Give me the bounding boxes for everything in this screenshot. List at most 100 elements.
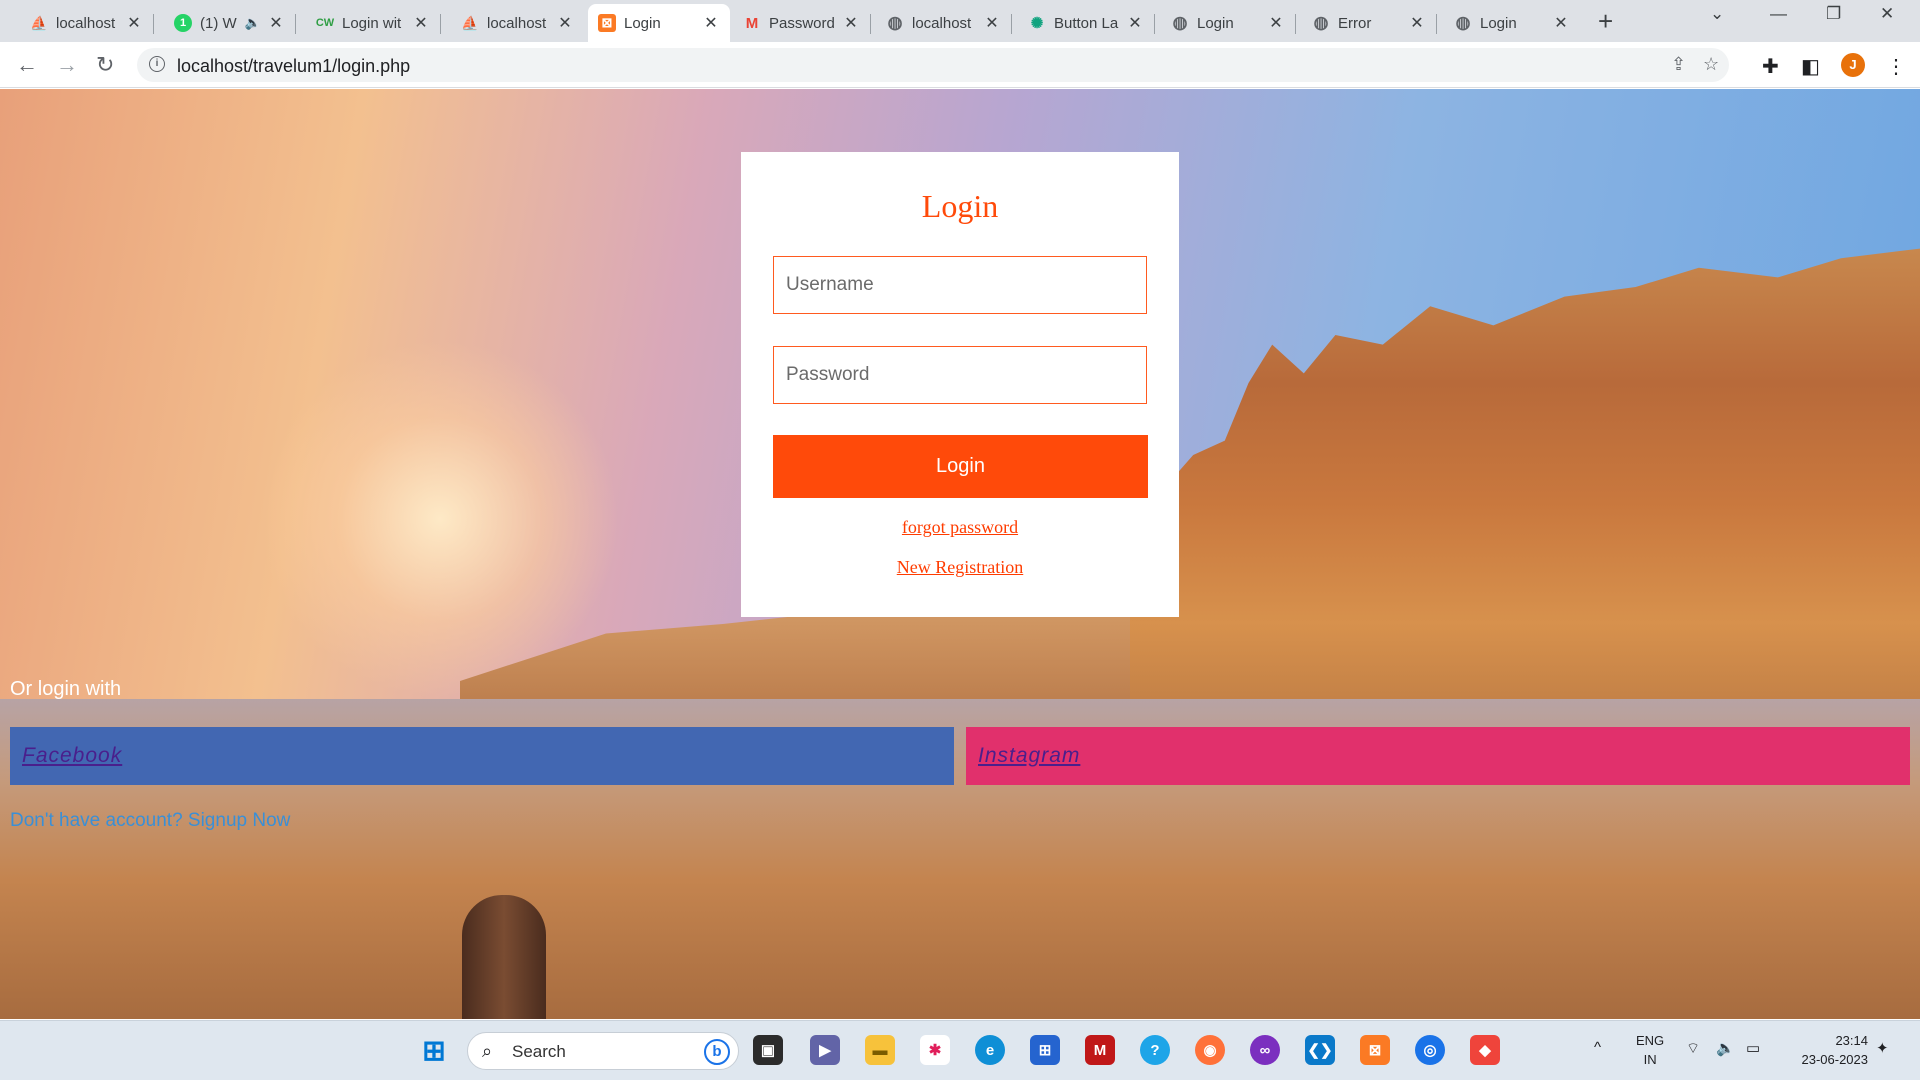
tab-divider: [295, 14, 296, 34]
maximize-icon[interactable]: ❐: [1826, 4, 1841, 24]
edge-icon[interactable]: e: [975, 1035, 1005, 1065]
new-registration-link[interactable]: New Registration: [741, 557, 1179, 578]
url-text[interactable]: localhost/travelum1/login.php: [177, 56, 410, 77]
tab-password[interactable]: M Password ✕: [733, 4, 871, 42]
tab-title: Button La: [1054, 14, 1119, 32]
close-icon[interactable]: ✕: [1552, 13, 1570, 33]
tab-title: Login: [1480, 14, 1517, 32]
close-icon[interactable]: ✕: [556, 13, 574, 33]
tab-title: localhost: [56, 14, 116, 32]
windows-taskbar: ⊞ ⌕ Search b ▣ ▶ ▬ ✱ e ⊞ M ? ◉ ∞ ❮❯ ⊠ ◎ …: [0, 1020, 1920, 1080]
extensions-icon[interactable]: ✚: [1762, 54, 1779, 79]
new-tab-button[interactable]: +: [1598, 6, 1613, 37]
password-input[interactable]: [773, 346, 1147, 404]
file-explorer-icon[interactable]: ▬: [865, 1035, 895, 1065]
close-icon[interactable]: ✕: [1267, 13, 1285, 33]
close-icon[interactable]: ✕: [412, 13, 430, 33]
system-clock[interactable]: 23:14 23-06-2023: [1802, 1031, 1869, 1069]
close-icon[interactable]: ✕: [842, 13, 860, 33]
signup-link[interactable]: Don't have account? Signup Now: [10, 810, 290, 832]
chatgpt-icon: ✺: [1030, 15, 1044, 32]
close-icon[interactable]: ✕: [1408, 13, 1426, 33]
forgot-password-link[interactable]: forgot password: [741, 517, 1179, 538]
username-input[interactable]: [773, 256, 1147, 314]
facebook-login-button[interactable]: Facebook: [10, 727, 954, 785]
vscode-icon[interactable]: ❮❯: [1305, 1035, 1335, 1065]
globe-icon: ◍: [1455, 13, 1471, 32]
tab-login-with[interactable]: CW Login wit ✕: [306, 4, 441, 42]
clock-date: 23-06-2023: [1801, 1052, 1869, 1067]
tab-error[interactable]: ◍ Error ✕: [1302, 4, 1437, 42]
bing-icon[interactable]: b: [704, 1039, 730, 1065]
help-icon[interactable]: ?: [1140, 1035, 1170, 1065]
tab-title: Login: [1197, 14, 1234, 32]
boat-prow-image: [462, 895, 546, 1019]
close-icon[interactable]: ✕: [1126, 13, 1144, 33]
tray-overflow-icon[interactable]: ^: [1594, 1039, 1601, 1056]
volume-icon[interactable]: 🔈: [1716, 1039, 1735, 1057]
tab-login-active[interactable]: ⊠ Login ✕: [588, 4, 730, 42]
mcafee-icon[interactable]: M: [1085, 1035, 1115, 1065]
forward-icon[interactable]: →: [56, 52, 78, 78]
xampp-icon[interactable]: ⊠: [1360, 1035, 1390, 1065]
instagram-login-button[interactable]: Instagram: [966, 727, 1910, 785]
side-panel-icon[interactable]: ◧: [1801, 54, 1820, 79]
globe-icon: ◍: [1172, 13, 1188, 32]
minimize-icon[interactable]: —: [1770, 4, 1787, 24]
lang-line1: ENG: [1636, 1033, 1665, 1048]
chrome-icon[interactable]: ◎: [1415, 1035, 1445, 1065]
tab-divider: [870, 14, 871, 34]
search-icon: ⌕: [482, 1041, 493, 1061]
wifi-icon[interactable]: ⌔: [1686, 1039, 1700, 1058]
notification-icon[interactable]: ✦: [1876, 1039, 1889, 1057]
gmail-icon: M: [745, 14, 759, 32]
tab-search-icon[interactable]: ⌄: [1710, 4, 1724, 24]
teams-chat-icon[interactable]: ▶: [810, 1035, 840, 1065]
task-view-icon[interactable]: ▣: [753, 1035, 783, 1065]
tab-localhost-1[interactable]: ⛵ localhost ✕: [20, 4, 154, 42]
language-indicator[interactable]: ENG IN: [1636, 1031, 1664, 1069]
tab-whatsapp[interactable]: 1 (1) W 🔈 ✕: [164, 4, 296, 42]
store-icon[interactable]: ⊞: [1030, 1035, 1060, 1065]
firefox-icon[interactable]: ◉: [1195, 1035, 1225, 1065]
phpmyadmin-icon: ⛵: [30, 14, 48, 31]
tab-login-3[interactable]: ◍ Login ✕: [1444, 4, 1580, 42]
profile-avatar[interactable]: J: [1841, 53, 1865, 77]
bookmark-star-icon[interactable]: ☆: [1703, 54, 1719, 75]
tab-title: Login: [624, 14, 661, 32]
speaker-icon[interactable]: 🔈: [245, 15, 261, 31]
reload-icon[interactable]: ↻: [96, 52, 114, 78]
close-icon[interactable]: ✕: [125, 13, 143, 33]
globe-icon: ◍: [887, 13, 903, 32]
login-card: Login Login forgot password New Registra…: [741, 152, 1179, 617]
xampp-icon: ⊠: [598, 14, 616, 32]
tab-localhost-3[interactable]: ◍ localhost ✕: [876, 4, 1012, 42]
anydesk-icon[interactable]: ◆: [1470, 1035, 1500, 1065]
close-icon[interactable]: ✕: [983, 13, 1001, 33]
tab-divider: [1436, 14, 1437, 34]
close-icon[interactable]: ✕: [702, 13, 720, 33]
tab-localhost-2[interactable]: ⛵ localhost ✕: [451, 4, 584, 42]
taskbar-search[interactable]: ⌕ Search b: [467, 1032, 739, 1070]
battery-icon[interactable]: ▭: [1746, 1039, 1760, 1057]
site-info-icon[interactable]: i: [149, 56, 165, 72]
mask-app-icon[interactable]: ∞: [1250, 1035, 1280, 1065]
tab-button-label[interactable]: ✺ Button La ✕: [1018, 4, 1155, 42]
menu-icon[interactable]: ⋮: [1886, 54, 1906, 79]
lang-line2: IN: [1643, 1052, 1657, 1067]
tab-login-2[interactable]: ◍ Login ✕: [1161, 4, 1296, 42]
tab-divider: [440, 14, 441, 34]
window-close-icon[interactable]: ✕: [1880, 4, 1894, 24]
address-bar[interactable]: i localhost/travelum1/login.php ⇪ ☆: [137, 48, 1729, 82]
slack-icon[interactable]: ✱: [920, 1035, 950, 1065]
login-title: Login: [921, 188, 999, 224]
share-icon[interactable]: ⇪: [1671, 54, 1686, 75]
close-icon[interactable]: ✕: [267, 13, 285, 33]
back-icon[interactable]: ←: [16, 52, 38, 78]
login-button[interactable]: Login: [773, 435, 1148, 498]
cw-icon: CW: [315, 17, 335, 29]
search-label: Search: [512, 1042, 566, 1061]
windows-start-icon[interactable]: ⊞: [419, 1035, 449, 1066]
whatsapp-icon: 1: [174, 14, 192, 32]
browser-toolbar: ← → ↻ i localhost/travelum1/login.php ⇪ …: [0, 42, 1920, 88]
